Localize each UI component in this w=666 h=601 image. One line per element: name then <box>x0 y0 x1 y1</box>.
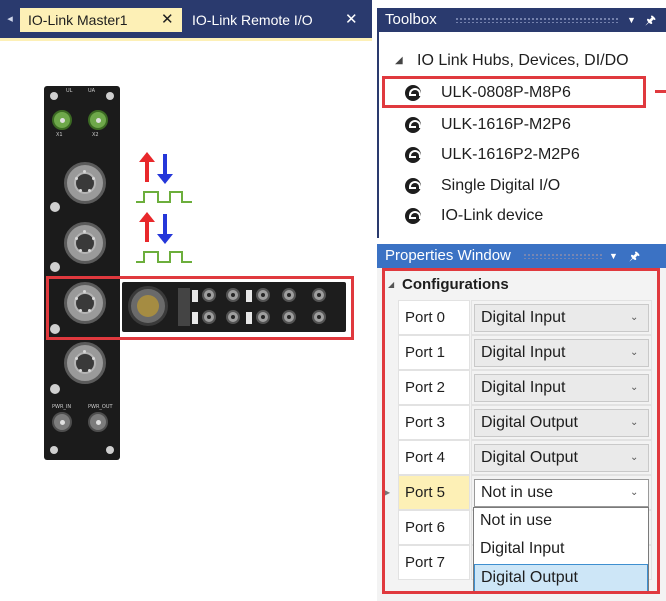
screw-icon <box>106 446 114 454</box>
m8-connector-x2-icon[interactable] <box>88 110 108 130</box>
power-in-connector-icon[interactable] <box>52 412 72 432</box>
tab-label: IO-Link Remote I/O <box>192 12 313 28</box>
toolbox-border <box>377 32 379 238</box>
bidirectional-signal-icon <box>136 212 192 263</box>
properties-title-bar: Properties Window ▼ 🖈 <box>377 244 666 268</box>
toolbox-panel: ◢ IO Link Hubs, Devices, DI/DO ULK-0808P… <box>377 32 666 238</box>
port-1-connector-icon[interactable] <box>64 222 106 264</box>
toolbox-item-ulk-1616p-m2p6[interactable]: ULK-1616P-M2P6 <box>401 110 666 140</box>
io-link-device-icon <box>405 208 421 224</box>
toolbox-item-ulk-1616p2-m2p6[interactable]: ULK-1616P2-M2P6 <box>401 140 666 170</box>
properties-highlight <box>382 268 660 594</box>
toolbox-title-bar: Toolbox ▼ 🖈 <box>377 8 666 32</box>
device-label-x1: X1 <box>56 132 63 138</box>
dropdown-icon[interactable]: ▼ <box>609 244 618 268</box>
tab-scroll-left-icon[interactable]: ◂ <box>4 10 16 28</box>
collapse-caret-icon[interactable]: ◢ <box>395 50 403 72</box>
pin-icon[interactable]: 🖈 <box>645 8 656 32</box>
device-label-ul: UL <box>66 88 73 94</box>
hub-connection-highlight <box>46 276 354 340</box>
dropdown-icon[interactable]: ▼ <box>627 8 636 32</box>
io-link-device-icon <box>405 147 421 163</box>
port-indicator-icon <box>50 384 60 394</box>
tab-close-icon[interactable]: ✕ <box>345 8 358 32</box>
screw-icon <box>50 92 58 100</box>
screw-icon <box>50 446 58 454</box>
tab-close-icon[interactable]: ✕ <box>161 8 174 32</box>
power-out-connector-icon[interactable] <box>88 412 108 432</box>
toolbox-title: Toolbox <box>385 11 437 28</box>
drag-grip[interactable] <box>523 253 603 259</box>
pin-icon[interactable]: 🖈 <box>629 244 640 268</box>
device-label-ua: UA <box>88 88 96 94</box>
toolbox-group-header[interactable]: ◢ IO Link Hubs, Devices, DI/DO <box>395 50 666 72</box>
document-tab-bar: ◂ IO-Link Master1 ✕ IO-Link Remote I/O ✕ <box>0 0 372 38</box>
tab-io-link-master1[interactable]: IO-Link Master1 ✕ <box>20 8 182 32</box>
tab-io-link-remote-io[interactable]: IO-Link Remote I/O ✕ <box>184 8 370 32</box>
toolbox-item-highlight <box>382 76 646 108</box>
properties-title: Properties Window <box>385 247 511 264</box>
toolbox-item-io-link-device[interactable]: IO-Link device <box>401 201 666 231</box>
io-link-device-icon <box>405 117 421 133</box>
m8-connector-x1-icon[interactable] <box>52 110 72 130</box>
bidirectional-signal-icon <box>136 152 192 203</box>
highlight-pointer-line <box>655 90 666 93</box>
device-label-pwr-in: PWR_IN <box>52 404 72 410</box>
port-indicator-icon <box>50 202 60 212</box>
port-indicator-icon <box>50 262 60 272</box>
io-link-device-icon <box>405 178 421 194</box>
device-label-x2: X2 <box>92 132 99 138</box>
io-link-master-device[interactable]: UL UA X1 X2 PWR_IN PWR_OUT <box>44 86 120 460</box>
port-3-connector-icon[interactable] <box>64 342 106 384</box>
drag-grip[interactable] <box>455 17 619 23</box>
port-0-connector-icon[interactable] <box>64 162 106 204</box>
toolbox-item-single-digital-io[interactable]: Single Digital I/O <box>401 171 666 201</box>
screw-icon <box>106 92 114 100</box>
device-label-pwr-out: PWR_OUT <box>88 404 113 410</box>
tab-label: IO-Link Master1 <box>28 12 128 28</box>
